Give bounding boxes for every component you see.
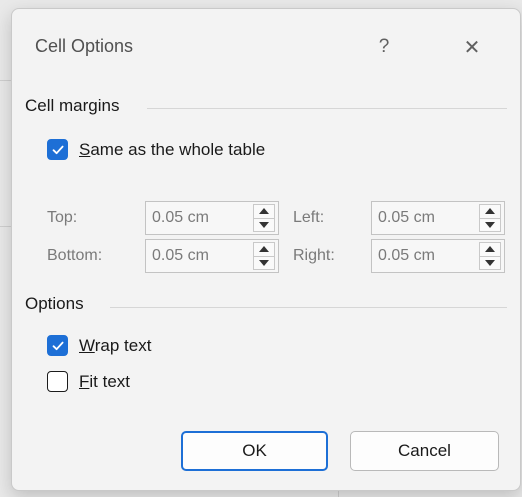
left-margin-value[interactable]: 0.05 cm (372, 209, 479, 227)
arrow-down-icon (259, 259, 269, 266)
left-margin-arrows[interactable] (479, 204, 501, 232)
close-button[interactable]: ✕ (452, 31, 492, 63)
wrap-text-checkbox[interactable] (47, 335, 68, 356)
arrow-down-icon (259, 221, 269, 228)
cell-margins-heading: Cell margins (25, 96, 120, 115)
top-margin-value[interactable]: 0.05 cm (146, 209, 253, 227)
same-as-table-checkbox-row[interactable]: Same as the whole table (47, 139, 265, 160)
bottom-margin-label: Bottom: (47, 247, 103, 264)
top-margin-label: Top: (47, 209, 78, 226)
cell-options-dialog: Cell Options ? ✕ Cell margins Same as th… (11, 8, 521, 491)
left-margin-spinner[interactable]: 0.05 cm (371, 201, 505, 235)
arrow-down-icon (485, 259, 495, 266)
help-button[interactable]: ? (364, 31, 404, 63)
bottom-margin-increment[interactable] (254, 243, 274, 256)
top-margin-decrement[interactable] (254, 217, 274, 232)
arrow-down-icon (485, 221, 495, 228)
right-margin-value[interactable]: 0.05 cm (372, 247, 479, 265)
left-margin-increment[interactable] (480, 205, 500, 218)
dialog-title: Cell Options (35, 36, 134, 56)
same-as-table-label: Same as the whole table (79, 140, 265, 160)
arrow-up-icon (485, 246, 495, 253)
same-as-table-checkbox[interactable] (47, 139, 68, 160)
wrap-text-checkbox-row[interactable]: Wrap text (47, 335, 151, 356)
checkmark-icon (52, 341, 63, 350)
cancel-button[interactable]: Cancel (350, 431, 499, 471)
wrap-text-label: Wrap text (79, 336, 151, 356)
wrap-text-accelerator: W (79, 335, 95, 355)
bottom-margin-value[interactable]: 0.05 cm (146, 247, 253, 265)
bottom-margin-spinner[interactable]: 0.05 cm (145, 239, 279, 273)
bottom-margin-arrows[interactable] (253, 242, 275, 270)
same-as-table-text: ame as the whole table (90, 139, 266, 159)
wrap-text-text: rap text (94, 335, 152, 355)
checkmark-icon (52, 145, 63, 154)
close-icon: ✕ (463, 36, 481, 59)
arrow-up-icon (259, 208, 269, 215)
fit-text-text: it text (89, 371, 131, 391)
right-margin-spinner[interactable]: 0.05 cm (371, 239, 505, 273)
options-divider (110, 307, 507, 308)
fit-text-checkbox-row[interactable]: Fit text (47, 371, 130, 392)
bottom-margin-decrement[interactable] (254, 255, 274, 270)
top-margin-increment[interactable] (254, 205, 274, 218)
left-margin-decrement[interactable] (480, 217, 500, 232)
top-margin-arrows[interactable] (253, 204, 275, 232)
fit-text-accelerator: F (79, 371, 90, 391)
arrow-up-icon (259, 246, 269, 253)
help-icon: ? (378, 36, 390, 57)
cell-margins-divider (147, 108, 507, 109)
same-as-table-accelerator: S (79, 139, 91, 159)
right-margin-increment[interactable] (480, 243, 500, 256)
right-margin-arrows[interactable] (479, 242, 501, 270)
options-heading: Options (25, 294, 84, 313)
fit-text-label: Fit text (79, 372, 130, 392)
left-margin-label: Left: (293, 209, 325, 226)
arrow-up-icon (485, 208, 495, 215)
right-margin-label: Right: (293, 247, 335, 264)
right-margin-decrement[interactable] (480, 255, 500, 270)
ok-button[interactable]: OK (181, 431, 328, 471)
fit-text-checkbox[interactable] (47, 371, 68, 392)
top-margin-spinner[interactable]: 0.05 cm (145, 201, 279, 235)
